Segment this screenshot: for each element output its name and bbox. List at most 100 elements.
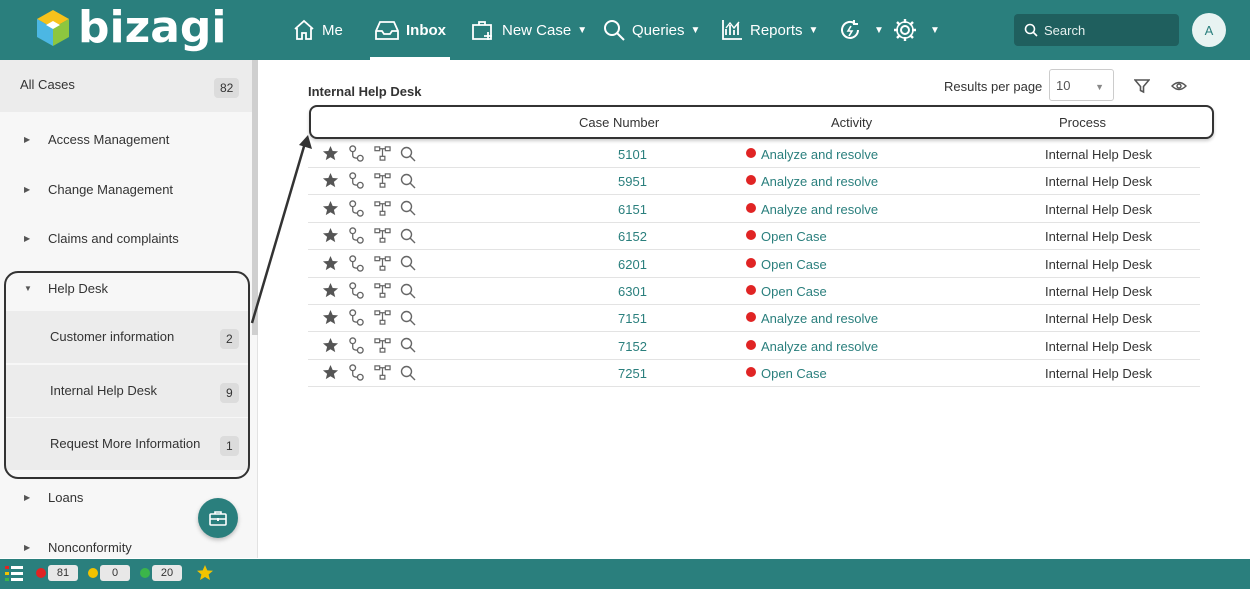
search-icon[interactable]	[400, 200, 416, 216]
workflow-icon[interactable]	[374, 172, 391, 189]
search-input[interactable]	[1044, 22, 1164, 38]
process-name: Internal Help Desk	[1045, 174, 1152, 190]
table-row[interactable]: 6301 Open Case Internal Help Desk	[308, 278, 1200, 305]
case-number-link[interactable]: 5101	[618, 147, 647, 162]
route-icon[interactable]	[348, 282, 365, 299]
floating-new-case-button[interactable]	[198, 498, 238, 538]
filter-icon[interactable]	[1134, 78, 1150, 94]
workflow-icon[interactable]	[374, 282, 391, 299]
table-row[interactable]: 5101 Analyze and resolve Internal Help Des…	[308, 141, 1200, 168]
activity-link[interactable]: Analyze and resolve	[746, 147, 878, 162]
workflow-icon[interactable]	[374, 364, 391, 381]
route-icon[interactable]	[348, 254, 365, 272]
search-icon[interactable]	[400, 310, 416, 326]
route-icon[interactable]	[348, 145, 365, 162]
case-number-link[interactable]: 6201	[618, 257, 647, 272]
route-icon[interactable]	[348, 309, 365, 327]
case-number-link[interactable]: 7152	[618, 339, 647, 354]
route-icon[interactable]	[348, 200, 365, 217]
global-search[interactable]	[1014, 14, 1179, 46]
favorite-star-icon[interactable]	[322, 145, 339, 162]
nav-queries[interactable]: Queries ▼	[602, 0, 700, 60]
overdue-status-dot	[746, 312, 756, 323]
activity-link[interactable]: Open Case	[746, 257, 827, 272]
search-icon[interactable]	[400, 228, 416, 244]
at-risk-cases-counter[interactable]: 0	[88, 565, 130, 581]
workflow-icon[interactable]	[374, 145, 391, 162]
column-header-process[interactable]: Process	[1059, 115, 1106, 130]
workflow-icon[interactable]	[374, 200, 391, 217]
favorite-star-icon[interactable]	[322, 364, 339, 381]
favorite-star-icon[interactable]	[322, 255, 339, 272]
column-header-case-number[interactable]: Case Number	[579, 115, 659, 130]
sidebar-item-claims-and-complaints[interactable]: ▶ Claims and complaints	[0, 224, 252, 252]
eye-icon[interactable]	[1171, 79, 1187, 93]
favorite-star-icon[interactable]	[322, 227, 339, 244]
route-icon[interactable]	[348, 172, 365, 190]
route-icon[interactable]	[348, 364, 365, 381]
column-header-activity[interactable]: Activity	[831, 115, 872, 130]
workflow-icon[interactable]	[374, 309, 391, 326]
sidebar-subitem-internal-help-desk[interactable]: Internal Help Desk 9	[4, 365, 248, 417]
sidebar-subitem-request-more-information[interactable]: Request More Information 1	[4, 418, 248, 470]
route-icon[interactable]	[348, 227, 365, 244]
case-number-link[interactable]: 6301	[618, 284, 647, 299]
nav-inbox[interactable]: Inbox	[370, 0, 450, 60]
activity-link[interactable]: Analyze and resolve	[746, 174, 878, 189]
overdue-cases-counter[interactable]: 81	[36, 565, 78, 581]
nav-settings-menu[interactable]: ▼	[892, 0, 940, 60]
activity-link[interactable]: Open Case	[746, 229, 827, 244]
sidebar-item-help-desk[interactable]: ▼ Help Desk	[0, 274, 252, 302]
case-number-link[interactable]: 7151	[618, 311, 647, 326]
case-number-link[interactable]: 6152	[618, 229, 647, 244]
case-number-link[interactable]: 6151	[618, 202, 647, 217]
workflow-icon[interactable]	[374, 255, 391, 272]
search-icon[interactable]	[400, 283, 416, 299]
table-row[interactable]: 7152 Analyze and resolve Internal Help Des…	[308, 333, 1200, 360]
on-time-cases-counter[interactable]: 20	[140, 565, 182, 581]
avatar[interactable]: A	[1192, 13, 1226, 47]
case-number-link[interactable]: 7251	[618, 366, 647, 381]
chevron-right-icon: ▶	[24, 184, 31, 194]
table-row[interactable]: 6151 Analyze and resolve Internal Help Des…	[308, 196, 1200, 223]
activity-link[interactable]: Open Case	[746, 366, 827, 381]
overdue-status-dot	[746, 148, 756, 158]
search-icon[interactable]	[400, 365, 416, 381]
favorite-star-icon[interactable]	[322, 172, 339, 189]
case-number-link[interactable]: 5951	[618, 174, 647, 189]
table-row[interactable]: 5951 Analyze and resolve Internal Help Des…	[308, 168, 1200, 196]
star-icon[interactable]	[196, 564, 214, 582]
favorite-star-icon[interactable]	[322, 309, 339, 326]
list-menu-icon[interactable]	[5, 565, 23, 583]
favorite-star-icon[interactable]	[322, 200, 339, 217]
nav-activity-menu[interactable]: ▼	[838, 0, 884, 60]
results-per-page-select[interactable]: 10 ▼	[1049, 69, 1114, 101]
sidebar-item-access-management[interactable]: ▶ Access Management	[0, 125, 252, 153]
bottom-status-bar: 81 0 20	[0, 559, 1250, 589]
nav-me[interactable]: Me	[292, 0, 343, 60]
activity-link[interactable]: Analyze and resolve	[746, 311, 878, 326]
search-icon[interactable]	[400, 255, 416, 271]
nav-reports[interactable]: Reports ▼	[720, 0, 818, 60]
sidebar-item-all-cases[interactable]: All Cases 82	[0, 60, 252, 112]
search-icon[interactable]	[400, 337, 416, 353]
route-icon[interactable]	[348, 337, 365, 354]
search-icon[interactable]	[400, 173, 416, 189]
search-icon[interactable]	[400, 146, 416, 162]
table-row[interactable]: 7251 Open Case Internal Help Desk	[308, 360, 1200, 388]
workflow-icon[interactable]	[374, 227, 391, 244]
bizagi-logo[interactable]: bizagi	[36, 6, 226, 50]
sidebar-item-change-management[interactable]: ▶ Change Management	[0, 175, 252, 203]
overdue-status-dot	[746, 230, 756, 241]
table-row[interactable]: 6201 Open Case Internal Help Desk	[308, 251, 1200, 278]
favorite-star-icon[interactable]	[322, 282, 339, 299]
sidebar-subitem-customer-information[interactable]: Customer information 2	[4, 311, 248, 363]
favorite-star-icon[interactable]	[322, 337, 339, 354]
activity-link[interactable]: Open Case	[746, 284, 827, 299]
workflow-icon[interactable]	[374, 337, 391, 354]
nav-new-case[interactable]: New Case ▼	[470, 0, 587, 60]
activity-link[interactable]: Analyze and resolve	[746, 339, 878, 354]
table-row[interactable]: 6152 Open Case Internal Help Desk	[308, 223, 1200, 251]
activity-link[interactable]: Analyze and resolve	[746, 202, 878, 217]
table-row[interactable]: 7151 Analyze and resolve Internal Help Des…	[308, 305, 1200, 333]
